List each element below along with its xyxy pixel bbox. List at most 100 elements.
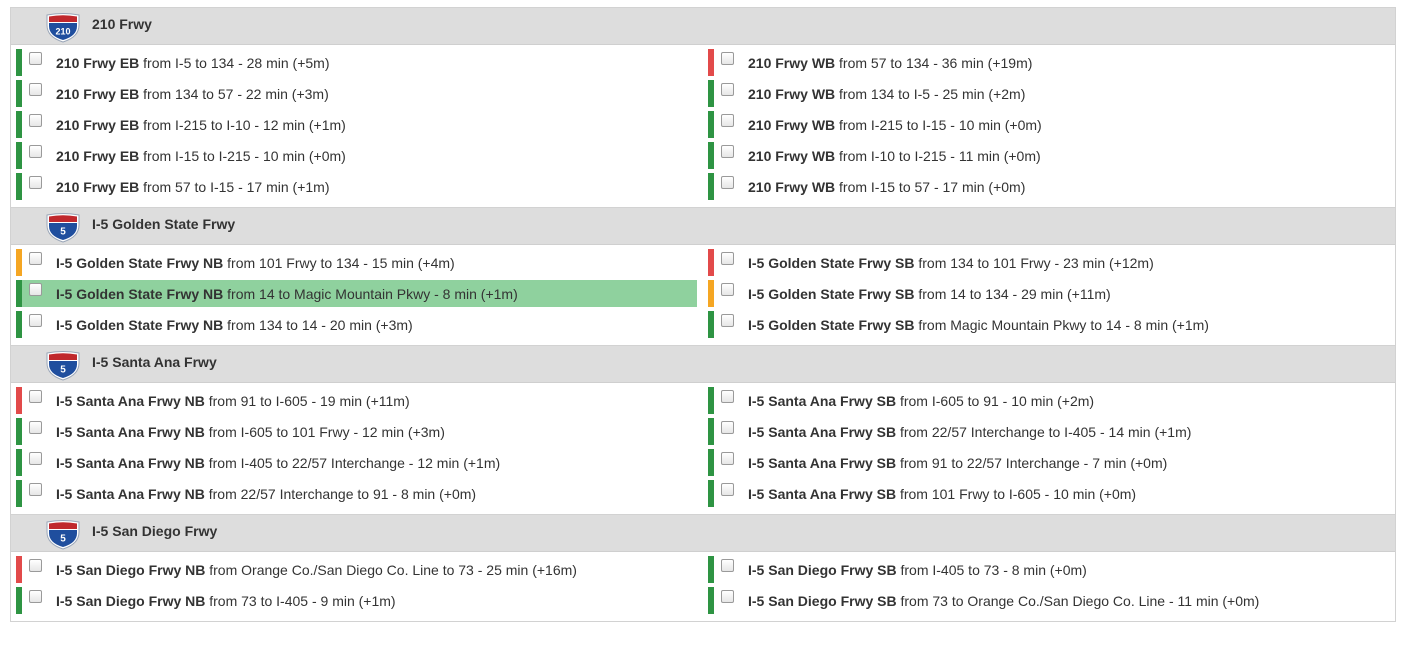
route-row[interactable]: I-5 Golden State Frwy SB from 134 to 101…: [708, 249, 1389, 276]
route-label: I-5 Golden State Frwy NB from 101 Frwy t…: [56, 255, 455, 271]
route-checkbox[interactable]: [721, 590, 734, 603]
route-label: I-5 Santa Ana Frwy SB from 22/57 Interch…: [748, 424, 1191, 440]
traffic-status-indicator: [708, 142, 714, 169]
route-checkbox[interactable]: [29, 421, 42, 434]
shield-number: 5: [60, 365, 66, 376]
route-row[interactable]: 210 Frwy EB from I-15 to I-215 - 10 min …: [16, 142, 697, 169]
route-row[interactable]: 210 Frwy EB from I-215 to I-10 - 12 min …: [16, 111, 697, 138]
route-name: I-5 San Diego Frwy NB: [56, 561, 206, 578]
route-checkbox[interactable]: [29, 83, 42, 96]
route-description: from I-605 to 91 - 10 min (+2m): [896, 392, 1095, 409]
traffic-status-indicator: [16, 311, 22, 338]
section-title: I-5 Santa Ana Frwy: [92, 354, 217, 370]
route-name: I-5 Santa Ana Frwy SB: [748, 485, 897, 502]
traffic-status-indicator: [708, 80, 714, 107]
traffic-status-indicator: [708, 556, 714, 583]
route-name: I-5 Santa Ana Frwy SB: [748, 454, 897, 471]
route-checkbox[interactable]: [721, 452, 734, 465]
traffic-status-indicator: [708, 587, 714, 614]
route-checkbox[interactable]: [721, 252, 734, 265]
route-row[interactable]: 210 Frwy WB from I-10 to I-215 - 11 min …: [708, 142, 1389, 169]
traffic-status-indicator: [16, 249, 22, 276]
freeway-section: 5 I-5 Santa Ana Frwy I-5 Santa Ana Frwy NB…: [10, 346, 1396, 515]
section-header: 5 I-5 Santa Ana Frwy: [11, 346, 1395, 383]
route-name: 210 Frwy EB: [56, 147, 140, 164]
section-header: 5 I-5 Golden State Frwy: [11, 208, 1395, 245]
route-row[interactable]: I-5 Golden State Frwy NB from 134 to 14 …: [16, 311, 697, 338]
route-description: from I-605 to 101 Frwy - 12 min (+3m): [204, 423, 445, 440]
route-checkbox[interactable]: [29, 176, 42, 189]
route-checkbox[interactable]: [721, 283, 734, 296]
route-checkbox[interactable]: [29, 559, 42, 572]
route-row[interactable]: 210 Frwy WB from I-215 to I-15 - 10 min …: [708, 111, 1389, 138]
route-row[interactable]: I-5 Santa Ana Frwy NB from 91 to I-605 -…: [16, 387, 697, 414]
route-row[interactable]: I-5 Santa Ana Frwy NB from I-605 to 101 …: [16, 418, 697, 445]
route-checkbox[interactable]: [721, 421, 734, 434]
route-checkbox[interactable]: [29, 314, 42, 327]
route-row[interactable]: I-5 Santa Ana Frwy SB from I-605 to 91 -…: [708, 387, 1389, 414]
route-row[interactable]: 210 Frwy WB from 134 to I-5 - 25 min (+2…: [708, 80, 1389, 107]
route-row[interactable]: I-5 San Diego Frwy SB from 73 to Orange …: [708, 587, 1389, 614]
route-checkbox[interactable]: [29, 114, 42, 127]
route-checkbox[interactable]: [721, 145, 734, 158]
route-label: I-5 Santa Ana Frwy NB from I-405 to 22/5…: [56, 455, 500, 471]
route-row[interactable]: 210 Frwy EB from 57 to I-15 - 17 min (+1…: [16, 173, 697, 200]
route-checkbox[interactable]: [721, 314, 734, 327]
traffic-status-indicator: [708, 249, 714, 276]
section-body: I-5 San Diego Frwy NB from Orange Co./Sa…: [11, 552, 1395, 621]
route-name: I-5 Golden State Frwy SB: [748, 316, 915, 333]
route-row[interactable]: I-5 Golden State Frwy NB from 101 Frwy t…: [16, 249, 697, 276]
route-row[interactable]: 210 Frwy WB from I-15 to 57 - 17 min (+0…: [708, 173, 1389, 200]
route-label: I-5 Santa Ana Frwy SB from I-605 to 91 -…: [748, 393, 1094, 409]
route-row[interactable]: I-5 Santa Ana Frwy SB from 101 Frwy to I…: [708, 480, 1389, 507]
route-checkbox[interactable]: [29, 145, 42, 158]
route-row[interactable]: I-5 Golden State Frwy NB from 14 to Magi…: [16, 280, 697, 307]
route-checkbox[interactable]: [721, 559, 734, 572]
route-name: I-5 Santa Ana Frwy NB: [56, 392, 205, 409]
route-label: 210 Frwy EB from 134 to 57 - 22 min (+3m…: [56, 86, 329, 102]
route-row[interactable]: I-5 Santa Ana Frwy NB from 22/57 Interch…: [16, 480, 697, 507]
interstate-shield-icon: 210: [46, 13, 80, 43]
route-name: 210 Frwy WB: [748, 85, 836, 102]
direction-column-right: I-5 San Diego Frwy SB from I-405 to 73 -…: [703, 556, 1395, 618]
route-row[interactable]: 210 Frwy EB from I-5 to 134 - 28 min (+5…: [16, 49, 697, 76]
interstate-shield-icon: 5: [46, 213, 80, 243]
route-checkbox[interactable]: [721, 83, 734, 96]
route-checkbox[interactable]: [29, 483, 42, 496]
interstate-shield-icon: 5: [46, 520, 80, 550]
route-row[interactable]: I-5 Golden State Frwy SB from 14 to 134 …: [708, 280, 1389, 307]
route-row[interactable]: I-5 San Diego Frwy NB from 73 to I-405 -…: [16, 587, 697, 614]
route-description: from I-10 to I-215 - 11 min (+0m): [835, 147, 1041, 164]
route-checkbox[interactable]: [29, 252, 42, 265]
route-name: 210 Frwy WB: [748, 54, 836, 71]
route-row[interactable]: I-5 San Diego Frwy SB from I-405 to 73 -…: [708, 556, 1389, 583]
route-checkbox[interactable]: [29, 283, 42, 296]
route-name: I-5 Santa Ana Frwy SB: [748, 423, 897, 440]
route-checkbox[interactable]: [29, 390, 42, 403]
section-body: I-5 Santa Ana Frwy NB from 91 to I-605 -…: [11, 383, 1395, 514]
route-label: I-5 San Diego Frwy NB from 73 to I-405 -…: [56, 593, 396, 609]
route-row[interactable]: I-5 San Diego Frwy NB from Orange Co./Sa…: [16, 556, 697, 583]
route-checkbox[interactable]: [721, 114, 734, 127]
route-name: I-5 Santa Ana Frwy NB: [56, 485, 205, 502]
route-row[interactable]: I-5 Golden State Frwy SB from Magic Moun…: [708, 311, 1389, 338]
route-name: I-5 San Diego Frwy NB: [56, 592, 206, 609]
route-row[interactable]: I-5 Santa Ana Frwy NB from I-405 to 22/5…: [16, 449, 697, 476]
route-description: from 22/57 Interchange to I-405 - 14 min…: [896, 423, 1192, 440]
route-checkbox[interactable]: [721, 390, 734, 403]
route-label: 210 Frwy WB from I-10 to I-215 - 11 min …: [748, 148, 1041, 164]
route-checkbox[interactable]: [721, 52, 734, 65]
route-row[interactable]: I-5 Santa Ana Frwy SB from 91 to 22/57 I…: [708, 449, 1389, 476]
route-row[interactable]: 210 Frwy EB from 134 to 57 - 22 min (+3m…: [16, 80, 697, 107]
traffic-status-indicator: [708, 480, 714, 507]
route-checkbox[interactable]: [29, 452, 42, 465]
route-description: from 73 to I-405 - 9 min (+1m): [205, 592, 396, 609]
route-checkbox[interactable]: [29, 590, 42, 603]
route-checkbox[interactable]: [29, 52, 42, 65]
route-checkbox[interactable]: [721, 483, 734, 496]
traffic-status-indicator: [16, 142, 22, 169]
route-row[interactable]: I-5 Santa Ana Frwy SB from 22/57 Interch…: [708, 418, 1389, 445]
route-checkbox[interactable]: [721, 176, 734, 189]
traffic-status-indicator: [708, 311, 714, 338]
route-row[interactable]: 210 Frwy WB from 57 to 134 - 36 min (+19…: [708, 49, 1389, 76]
